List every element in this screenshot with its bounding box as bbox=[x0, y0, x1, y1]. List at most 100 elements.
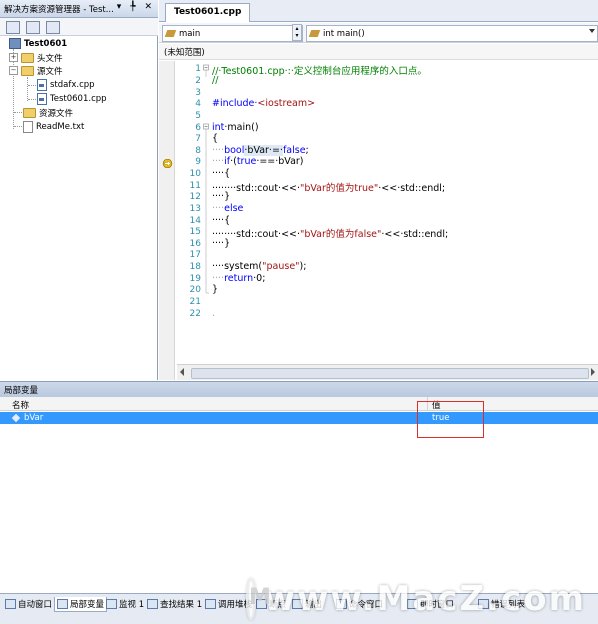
line-number: 8 bbox=[195, 146, 201, 156]
line-number: 20 bbox=[189, 285, 201, 295]
tree-item-label: stdafx.cpp bbox=[50, 79, 95, 90]
properties-icon[interactable] bbox=[6, 21, 20, 34]
method-icon bbox=[164, 30, 177, 37]
tree-item-header-files[interactable]: + 头文件 bbox=[9, 51, 63, 64]
code-line-22: . bbox=[212, 308, 216, 319]
watermark-text: www.MacZ.com bbox=[263, 579, 586, 619]
line-number: 15 bbox=[189, 227, 201, 237]
text-file-icon bbox=[23, 120, 33, 133]
scope-dropdown[interactable]: main bbox=[162, 25, 303, 42]
call-stack-icon bbox=[205, 599, 216, 609]
collapse-icon[interactable]: − bbox=[9, 66, 18, 75]
code-line-14: ····{ bbox=[212, 215, 231, 226]
line-number-gutter: 1 2 3 4 5 6 7 8 9 10 11 12 13 14 15 16 1… bbox=[176, 61, 204, 363]
line-number: 18 bbox=[189, 262, 201, 272]
tree-item-label: 头文件 bbox=[37, 53, 63, 64]
line-number: 14 bbox=[189, 216, 201, 226]
line-number: 10 bbox=[189, 169, 201, 179]
line-number: 13 bbox=[189, 204, 201, 214]
line-number: 6 bbox=[195, 123, 201, 133]
tab-test0601-cpp[interactable]: Test0601.cpp bbox=[165, 3, 251, 22]
scrollbar-thumb[interactable] bbox=[191, 368, 589, 379]
scroll-right-icon[interactable] bbox=[591, 368, 595, 376]
tree-item-readme-txt[interactable]: ReadMe.txt bbox=[23, 120, 84, 133]
code-line-16: ····} bbox=[212, 238, 231, 249]
code-line-7: { bbox=[212, 133, 219, 144]
refresh-icon[interactable] bbox=[46, 21, 60, 34]
solution-explorer-panel: 解决方案资源管理器 - Test... ▾ ╄ ✕ Test0601 + 头文件… bbox=[0, 0, 158, 380]
code-line-2: // bbox=[212, 75, 219, 86]
solution-explorer-title-bar: 解决方案资源管理器 - Test... ▾ ╄ ✕ bbox=[0, 0, 158, 18]
editor-tab-bar: Test0601.cpp bbox=[159, 0, 598, 22]
member-dropdown[interactable]: int main() bbox=[306, 25, 598, 42]
code-line-1: //·Test0601.cpp·:·定义控制台应用程序的入口点。 bbox=[212, 66, 427, 77]
tab-find-results-1[interactable]: 查找结果 1 bbox=[145, 597, 204, 611]
cpp-file-icon bbox=[37, 78, 47, 91]
line-number: 16 bbox=[189, 239, 201, 249]
line-number: 11 bbox=[189, 181, 201, 191]
code-line-12: ····} bbox=[212, 191, 231, 202]
tree-item-label: 资源文件 bbox=[39, 108, 74, 119]
tree-item-label: 源文件 bbox=[37, 66, 63, 77]
tab-watch-1[interactable]: 监视 1 bbox=[104, 597, 146, 611]
solution-explorer-title: 解决方案资源管理器 - Test... bbox=[4, 5, 114, 15]
tree-item-source-files[interactable]: − 源文件 bbox=[9, 64, 63, 77]
tab-locals[interactable]: 局部变量 bbox=[54, 597, 108, 612]
line-number: 12 bbox=[189, 192, 201, 202]
code-line-11: ········std::cout·<<·"bVar的值为true"·<<·st… bbox=[212, 183, 446, 194]
chevron-down-icon bbox=[589, 29, 595, 33]
project-icon bbox=[9, 38, 21, 49]
find-results-icon bbox=[147, 599, 158, 609]
code-line-9-current: ····if·(true·==·bVar) bbox=[212, 156, 304, 167]
line-number: 22 bbox=[189, 309, 201, 319]
locals-icon bbox=[57, 599, 68, 609]
macz-logo-icon: M bbox=[246, 578, 271, 620]
code-line-10: ····{ bbox=[212, 168, 231, 179]
horizontal-scrollbar[interactable] bbox=[177, 364, 598, 380]
code-line-13: ····else bbox=[212, 203, 244, 214]
line-number: 17 bbox=[189, 250, 201, 260]
variable-icon bbox=[11, 413, 21, 423]
locals-row-selected[interactable]: bVar true bbox=[0, 412, 598, 424]
column-header-name[interactable]: 名称 bbox=[12, 399, 29, 411]
cpp-file-icon bbox=[37, 92, 47, 105]
code-text-area[interactable]: //·Test0601.cpp·:·定义控制台应用程序的入口点。 // #inc… bbox=[209, 61, 598, 363]
locals-column-header: 名称 值 bbox=[0, 397, 598, 411]
current-statement-arrow-icon bbox=[162, 159, 173, 168]
macz-watermark: M www.MacZ.com bbox=[246, 574, 586, 624]
scope-indicator: (未知范围) bbox=[159, 44, 598, 60]
code-line-6: int·main() bbox=[212, 122, 259, 133]
line-number: 5 bbox=[195, 111, 201, 121]
code-line-15: ········std::cout·<<·"bVar的值为false"·<<·s… bbox=[212, 229, 449, 240]
code-line-18: ····system("pause"); bbox=[212, 261, 307, 272]
show-all-files-icon[interactable] bbox=[26, 21, 40, 34]
variable-name: bVar bbox=[24, 413, 44, 423]
code-editor: Test0601.cpp main ▴ ▾ int main() (未知范围) 1… bbox=[159, 0, 598, 380]
line-number: 7 bbox=[195, 134, 201, 144]
tree-item-resource-files[interactable]: 资源文件 bbox=[23, 106, 73, 119]
tree-item-label: Test0601.cpp bbox=[50, 93, 107, 104]
tree-item-test0601-cpp[interactable]: Test0601.cpp bbox=[37, 92, 107, 105]
tree-item-solution[interactable]: Test0601 bbox=[9, 37, 67, 50]
code-line-19: ····return·0; bbox=[212, 273, 266, 284]
locals-panel-title: 局部变量 bbox=[0, 382, 598, 397]
solution-explorer-toolbar bbox=[0, 18, 158, 36]
code-line-8: ····bool·bVar·=·false; bbox=[212, 145, 309, 156]
locals-panel: 局部变量 名称 值 bVar true bbox=[0, 381, 598, 593]
expand-icon[interactable]: + bbox=[9, 53, 18, 62]
folder-icon bbox=[23, 107, 36, 118]
code-line-4: #include·<iostream> bbox=[212, 98, 316, 109]
tree-item-stdafx-cpp[interactable]: stdafx.cpp bbox=[37, 78, 95, 91]
editor-navigation-bar: main ▴ ▾ int main() bbox=[159, 23, 598, 43]
method-icon bbox=[308, 30, 321, 37]
panel-window-buttons[interactable]: ▾ ╄ ✕ bbox=[117, 2, 155, 12]
tree-item-label: Test0601 bbox=[24, 38, 68, 49]
watch-icon bbox=[106, 599, 117, 609]
member-dropdown-value: int main() bbox=[323, 28, 365, 39]
scroll-left-icon[interactable] bbox=[180, 368, 184, 376]
tab-autos[interactable]: 自动窗口 bbox=[3, 597, 54, 611]
tree-item-label: ReadMe.txt bbox=[36, 121, 85, 132]
indicator-margin[interactable] bbox=[159, 61, 175, 380]
line-number: 2 bbox=[195, 76, 201, 86]
line-number: 19 bbox=[189, 274, 201, 284]
